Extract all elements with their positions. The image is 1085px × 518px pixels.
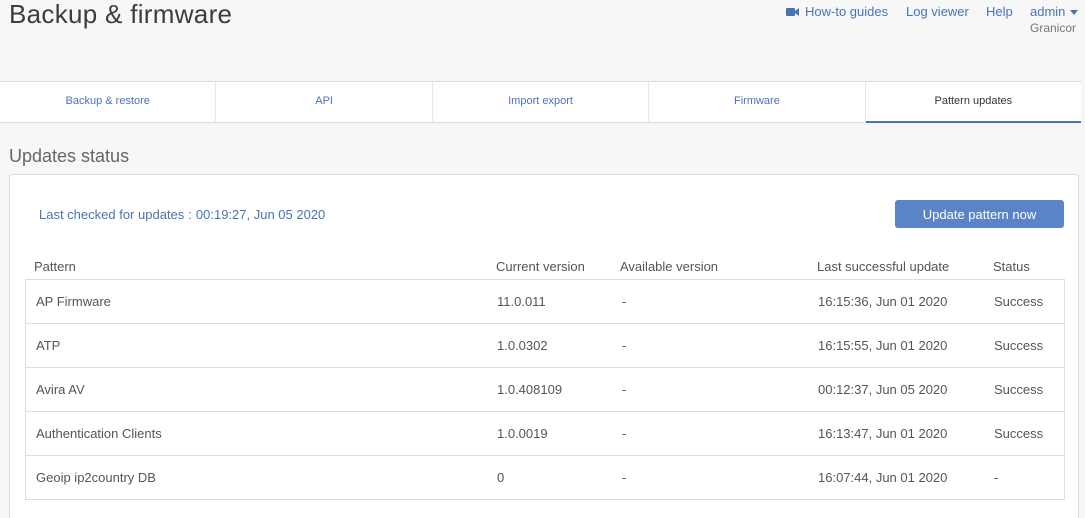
last-checked: Last checked for updates : 00:19:27, Jun…	[39, 207, 325, 222]
tab-import-export[interactable]: Import export	[433, 82, 650, 122]
cell-pattern: Avira AV	[36, 382, 85, 397]
cell-status: Success	[994, 338, 1044, 353]
table-row: ATP 1.0.0302 - 16:15:55, Jun 01 2020 Suc…	[26, 324, 1064, 368]
cell-status: Success	[994, 382, 1044, 397]
cell-current-version: 1.0.0302	[497, 338, 548, 353]
cell-last-update: 00:12:37, Jun 05 2020	[818, 382, 948, 397]
column-header-last-update[interactable]: Last successful update	[817, 259, 949, 274]
cell-available-version: -	[622, 470, 627, 485]
column-header-status[interactable]: Status	[993, 259, 1030, 274]
cell-available-version: -	[622, 294, 627, 309]
cell-status: -	[994, 470, 999, 485]
cell-last-update: 16:15:36, Jun 01 2020	[818, 294, 948, 309]
cell-current-version: 1.0.408109	[497, 382, 563, 397]
cell-last-update: 16:13:47, Jun 01 2020	[818, 426, 948, 441]
cell-pattern: Authentication Clients	[36, 426, 162, 441]
cell-current-version: 11.0.011	[497, 294, 546, 309]
cell-available-version: -	[622, 426, 627, 441]
admin-menu[interactable]: admin	[1030, 4, 1079, 19]
table-row: Avira AV 1.0.408109 - 00:12:37, Jun 05 2…	[26, 368, 1064, 412]
tab-bar: Backup & restore API Import export Firmw…	[0, 81, 1082, 123]
cell-last-update: 16:07:44, Jun 01 2020	[818, 470, 948, 485]
section-title: Updates status	[9, 146, 130, 166]
cell-current-version: 1.0.0019	[497, 426, 548, 441]
how-to-guides-label: How-to guides	[805, 4, 889, 19]
table-header: Pattern Current version Available versio…	[25, 255, 1065, 279]
caret-down-icon	[1070, 10, 1079, 15]
page-title: Backup & firmware	[9, 0, 233, 29]
log-viewer-link[interactable]: Log viewer	[906, 4, 969, 19]
cell-status: Success	[994, 426, 1044, 441]
column-header-available-version[interactable]: Available version	[620, 259, 718, 274]
cell-last-update: 16:15:55, Jun 01 2020	[818, 338, 948, 353]
help-link[interactable]: Help	[986, 4, 1013, 19]
tab-firmware[interactable]: Firmware	[649, 82, 866, 122]
cell-pattern: AP Firmware	[36, 294, 111, 309]
tab-pattern-updates[interactable]: Pattern updates	[865, 82, 1082, 123]
cell-current-version: 0	[497, 470, 505, 485]
cell-available-version: -	[622, 382, 627, 397]
table-row: Geoip ip2country DB 0 - 16:07:44, Jun 01…	[26, 456, 1064, 500]
column-header-pattern[interactable]: Pattern	[34, 259, 76, 274]
top-links: How-to guides Log viewer Help admin	[765, 4, 1085, 20]
tab-backup-restore[interactable]: Backup & restore	[0, 82, 217, 122]
org-name: Granicor	[1029, 21, 1076, 35]
video-camera-icon	[786, 7, 799, 16]
cell-pattern: ATP	[36, 338, 61, 353]
last-checked-value: 00:19:27, Jun 05 2020	[195, 207, 326, 222]
cell-pattern: Geoip ip2country DB	[36, 470, 156, 485]
table-body: AP Firmware 11.0.011 - 16:15:36, Jun 01 …	[25, 279, 1065, 500]
cell-available-version: -	[622, 338, 627, 353]
last-checked-label: Last checked for updates	[39, 207, 185, 222]
table-row: Authentication Clients 1.0.0019 - 16:13:…	[26, 412, 1064, 456]
admin-label: admin	[1030, 4, 1066, 19]
update-pattern-now-button[interactable]: Update pattern now	[895, 200, 1064, 228]
table-row: AP Firmware 11.0.011 - 16:15:36, Jun 01 …	[26, 280, 1064, 324]
last-checked-separator: :	[188, 207, 192, 222]
column-header-current-version[interactable]: Current version	[496, 259, 585, 274]
how-to-guides-link[interactable]: How-to guides	[786, 4, 888, 19]
cell-status: Success	[994, 294, 1044, 309]
tab-api[interactable]: API	[216, 82, 433, 122]
updates-card: Last checked for updates : 00:19:27, Jun…	[9, 174, 1079, 518]
